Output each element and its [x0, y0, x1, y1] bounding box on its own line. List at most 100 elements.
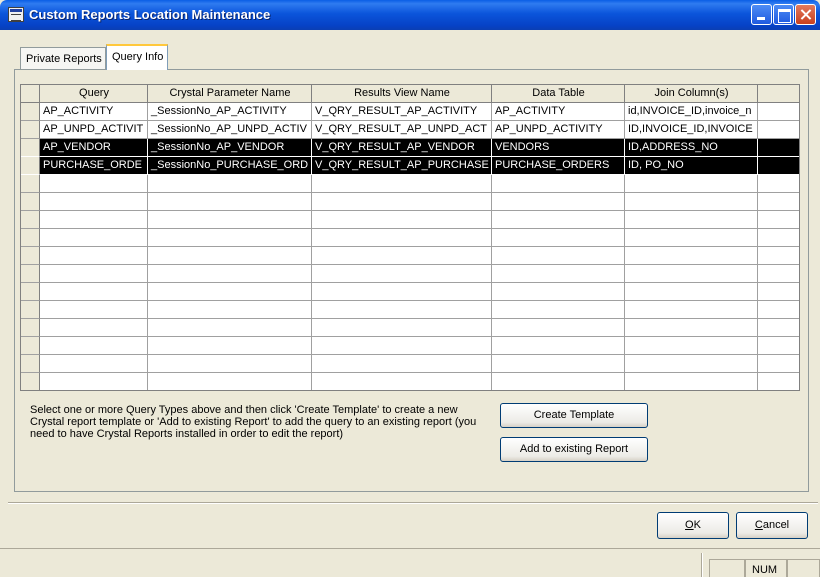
cell-crystal-parameter[interactable]: _SessionNo_AP_ACTIVITY: [148, 103, 312, 121]
maximize-button[interactable]: [773, 4, 794, 25]
empty-table-row[interactable]: [21, 175, 799, 193]
cell-results-view[interactable]: [312, 373, 492, 390]
cell-join-columns[interactable]: ID,ADDRESS_NO: [625, 139, 758, 157]
row-header-cell[interactable]: [21, 301, 40, 319]
create-template-button[interactable]: Create Template: [500, 403, 648, 428]
cell-data-table[interactable]: VENDORS: [492, 139, 625, 157]
cell-join-columns[interactable]: [625, 301, 758, 319]
cell-crystal-parameter[interactable]: [148, 247, 312, 265]
cell-crystal-parameter[interactable]: [148, 301, 312, 319]
cell-results-view[interactable]: [312, 265, 492, 283]
cell-results-view[interactable]: V_QRY_RESULT_AP_ACTIVITY: [312, 103, 492, 121]
cell-crystal-parameter[interactable]: [148, 319, 312, 337]
empty-table-row[interactable]: [21, 265, 799, 283]
cell-results-view[interactable]: [312, 283, 492, 301]
cell-join-columns[interactable]: [625, 193, 758, 211]
cell-query[interactable]: [40, 211, 148, 229]
cell-crystal-parameter[interactable]: [148, 337, 312, 355]
cell-results-view[interactable]: [312, 175, 492, 193]
cell-join-columns[interactable]: [625, 337, 758, 355]
cell-results-view[interactable]: [312, 337, 492, 355]
cell-data-table[interactable]: [492, 247, 625, 265]
empty-table-row[interactable]: [21, 373, 799, 390]
cell-join-columns[interactable]: [625, 373, 758, 390]
cell-crystal-parameter[interactable]: [148, 355, 312, 373]
row-header-cell[interactable]: [21, 175, 40, 193]
row-header-cell[interactable]: [21, 157, 40, 175]
cell-data-table[interactable]: [492, 373, 625, 390]
cell-crystal-parameter[interactable]: _SessionNo_AP_UNPD_ACTIV: [148, 121, 312, 139]
cell-data-table[interactable]: [492, 355, 625, 373]
row-header-cell[interactable]: [21, 373, 40, 390]
row-header-cell[interactable]: [21, 121, 40, 139]
cell-results-view[interactable]: [312, 301, 492, 319]
table-row[interactable]: AP_UNPD_ACTIVIT _SessionNo_AP_UNPD_ACTIV V…: [21, 121, 799, 139]
cell-results-view[interactable]: V_QRY_RESULT_AP_VENDOR: [312, 139, 492, 157]
empty-table-row[interactable]: [21, 337, 799, 355]
cell-crystal-parameter[interactable]: [148, 283, 312, 301]
cell-data-table[interactable]: [492, 193, 625, 211]
column-header-data-table[interactable]: Data Table: [492, 85, 625, 103]
cell-crystal-parameter[interactable]: _SessionNo_PURCHASE_ORD: [148, 157, 312, 175]
cell-join-columns[interactable]: ID,INVOICE_ID,INVOICE: [625, 121, 758, 139]
row-header-cell[interactable]: [21, 247, 40, 265]
cell-results-view[interactable]: [312, 229, 492, 247]
empty-table-row[interactable]: [21, 319, 799, 337]
column-header-query[interactable]: Query: [40, 85, 148, 103]
table-row[interactable]: AP_VENDOR _SessionNo_AP_VENDOR V_QRY_RESUL…: [21, 139, 799, 157]
cell-results-view[interactable]: V_QRY_RESULT_AP_UNPD_ACT: [312, 121, 492, 139]
empty-table-row[interactable]: [21, 229, 799, 247]
cell-query[interactable]: [40, 193, 148, 211]
empty-table-row[interactable]: [21, 283, 799, 301]
cell-results-view[interactable]: [312, 319, 492, 337]
cell-query[interactable]: [40, 229, 148, 247]
column-header-join-columns[interactable]: Join Column(s): [625, 85, 758, 103]
cell-crystal-parameter[interactable]: [148, 265, 312, 283]
cell-data-table[interactable]: [492, 211, 625, 229]
cell-join-columns[interactable]: [625, 265, 758, 283]
cell-query[interactable]: [40, 175, 148, 193]
empty-table-row[interactable]: [21, 301, 799, 319]
cell-results-view[interactable]: [312, 247, 492, 265]
cell-query[interactable]: [40, 265, 148, 283]
row-header-cell[interactable]: [21, 337, 40, 355]
row-header-cell[interactable]: [21, 319, 40, 337]
row-header-cell[interactable]: [21, 283, 40, 301]
column-header-crystal-parameter[interactable]: Crystal Parameter Name: [148, 85, 312, 103]
column-header-results-view[interactable]: Results View Name: [312, 85, 492, 103]
cell-data-table[interactable]: [492, 283, 625, 301]
cell-query[interactable]: [40, 355, 148, 373]
cell-query[interactable]: [40, 283, 148, 301]
cell-query[interactable]: [40, 337, 148, 355]
row-header-cell[interactable]: [21, 211, 40, 229]
empty-table-row[interactable]: [21, 211, 799, 229]
cell-query[interactable]: AP_VENDOR: [40, 139, 148, 157]
cancel-button[interactable]: Cancel: [736, 512, 808, 539]
cell-crystal-parameter[interactable]: [148, 175, 312, 193]
cell-results-view[interactable]: [312, 211, 492, 229]
query-grid[interactable]: Query Crystal Parameter Name Results Vie…: [20, 84, 800, 391]
empty-table-row[interactable]: [21, 355, 799, 373]
cell-query[interactable]: AP_UNPD_ACTIVIT: [40, 121, 148, 139]
cell-join-columns[interactable]: [625, 355, 758, 373]
cell-results-view[interactable]: V_QRY_RESULT_AP_PURCHASE: [312, 157, 492, 175]
cell-results-view[interactable]: [312, 193, 492, 211]
cell-query[interactable]: [40, 301, 148, 319]
tab-private-reports[interactable]: Private Reports: [20, 47, 106, 69]
cell-data-table[interactable]: AP_ACTIVITY: [492, 103, 625, 121]
cell-data-table[interactable]: [492, 229, 625, 247]
cell-join-columns[interactable]: ID, PO_NO: [625, 157, 758, 175]
close-button[interactable]: [795, 4, 816, 25]
row-header-cell[interactable]: [21, 355, 40, 373]
add-to-existing-report-button[interactable]: Add to existing Report: [500, 437, 648, 462]
cell-query[interactable]: AP_ACTIVITY: [40, 103, 148, 121]
cell-data-table[interactable]: PURCHASE_ORDERS: [492, 157, 625, 175]
ok-button[interactable]: OK: [657, 512, 729, 539]
cell-crystal-parameter[interactable]: [148, 229, 312, 247]
cell-query[interactable]: PURCHASE_ORDE: [40, 157, 148, 175]
cell-data-table[interactable]: [492, 337, 625, 355]
cell-data-table[interactable]: [492, 265, 625, 283]
empty-table-row[interactable]: [21, 193, 799, 211]
row-header-cell[interactable]: [21, 193, 40, 211]
cell-data-table[interactable]: [492, 319, 625, 337]
